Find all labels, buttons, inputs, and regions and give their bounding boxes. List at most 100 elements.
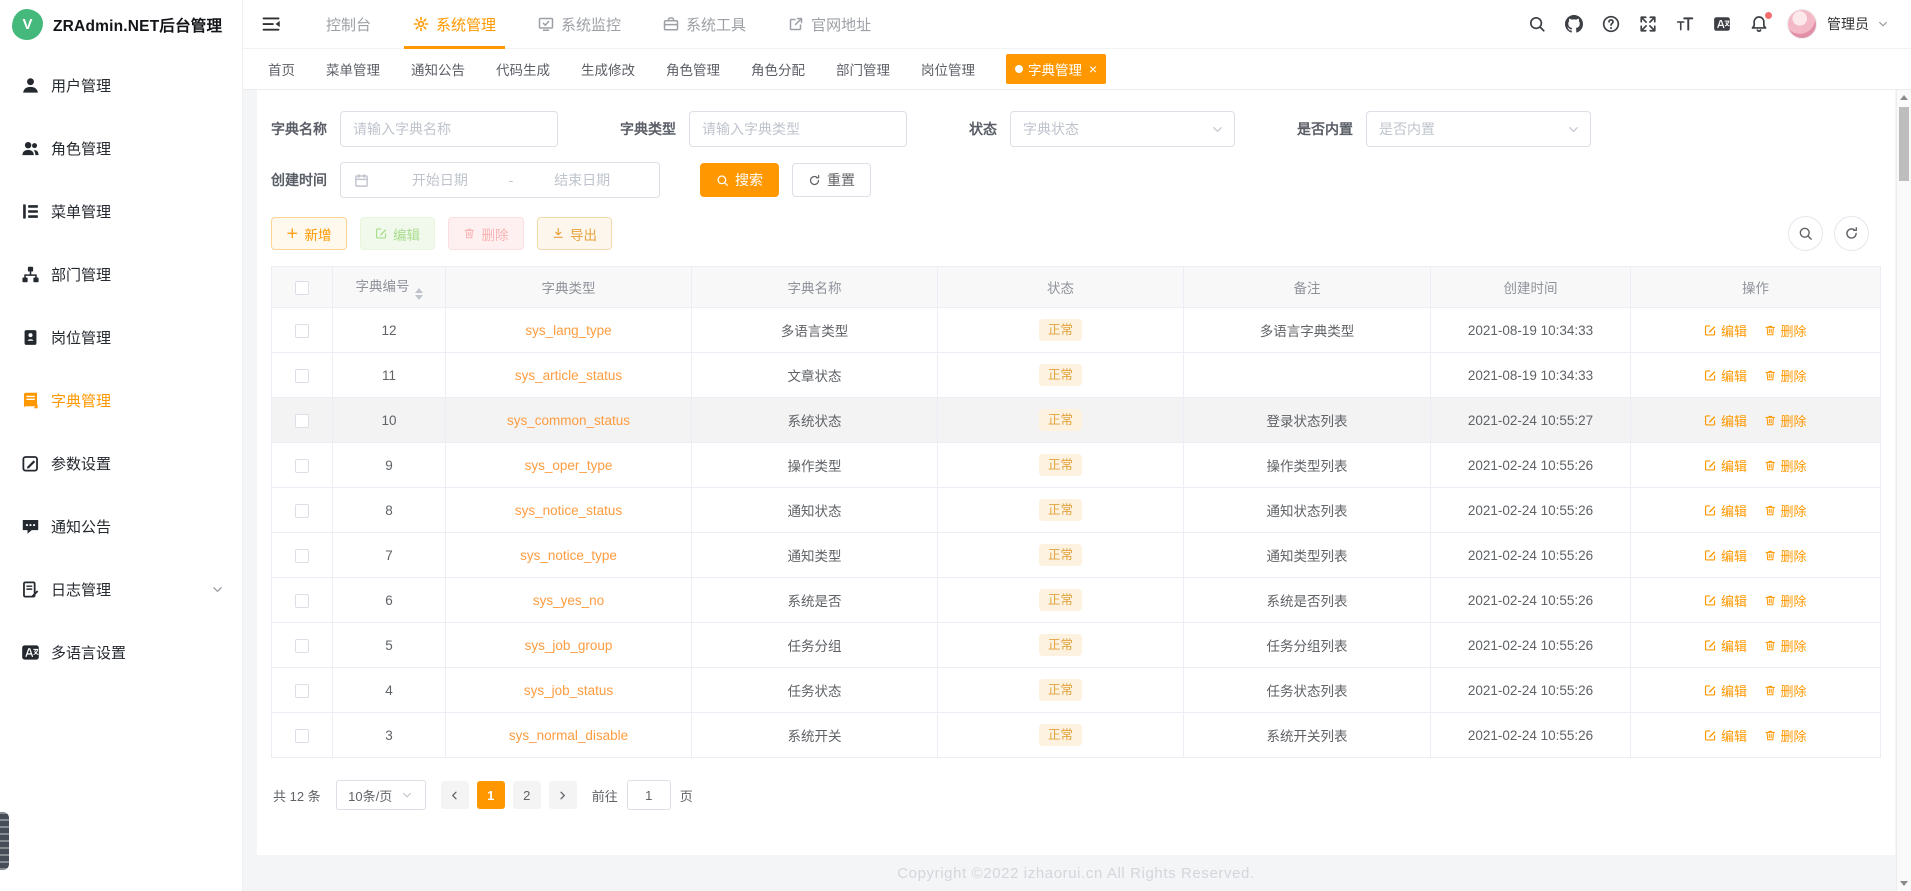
tab-active[interactable]: 字典管理 × bbox=[1006, 54, 1107, 84]
next-page-button[interactable] bbox=[548, 781, 577, 809]
add-button[interactable]: 新增 bbox=[271, 217, 347, 250]
row-checkbox[interactable] bbox=[295, 323, 309, 338]
row-edit-link[interactable]: 编辑 bbox=[1704, 366, 1747, 385]
vertical-scrollbar[interactable] bbox=[1896, 90, 1911, 891]
refresh-table-button[interactable] bbox=[1834, 216, 1869, 251]
sidebar-item-badge[interactable]: 岗位管理 bbox=[0, 306, 242, 369]
sidebar-item-param[interactable]: 参数设置 bbox=[0, 432, 242, 495]
bell-icon[interactable] bbox=[1750, 12, 1772, 33]
row-edit-link[interactable]: 编辑 bbox=[1704, 546, 1747, 565]
row-checkbox[interactable] bbox=[295, 413, 309, 428]
row-edit-link[interactable]: 编辑 bbox=[1704, 501, 1747, 520]
page-button[interactable]: 2 bbox=[512, 781, 541, 809]
tab-item[interactable]: 角色管理 bbox=[666, 59, 720, 79]
reset-button[interactable]: 重置 bbox=[792, 163, 871, 197]
help-icon[interactable] bbox=[1602, 15, 1620, 33]
row-delete-link[interactable]: 删除 bbox=[1764, 366, 1807, 385]
tab-item[interactable]: 通知公告 bbox=[411, 59, 465, 79]
row-delete-link[interactable]: 删除 bbox=[1764, 726, 1807, 745]
dict-type-link[interactable]: sys_lang_type bbox=[525, 323, 611, 338]
goto-page-input[interactable] bbox=[626, 780, 671, 810]
row-delete-link[interactable]: 删除 bbox=[1764, 546, 1807, 565]
row-delete-link[interactable]: 删除 bbox=[1764, 681, 1807, 700]
row-checkbox[interactable] bbox=[295, 593, 309, 608]
row-delete-link[interactable]: 删除 bbox=[1764, 321, 1807, 340]
row-edit-link[interactable]: 编辑 bbox=[1704, 591, 1747, 610]
dict-name-input[interactable] bbox=[340, 111, 558, 147]
dict-type-link[interactable]: sys_article_status bbox=[515, 368, 622, 383]
row-delete-link[interactable]: 删除 bbox=[1764, 591, 1807, 610]
date-range-picker[interactable]: 开始日期 - 结束日期 bbox=[340, 162, 660, 198]
edit-button[interactable]: 编辑 bbox=[359, 217, 435, 250]
dict-type-link[interactable]: sys_yes_no bbox=[533, 593, 604, 608]
nav-item[interactable]: 系统工具 bbox=[642, 0, 767, 48]
page-button[interactable]: 1 bbox=[476, 781, 505, 809]
dict-type-input[interactable] bbox=[689, 111, 907, 147]
row-edit-link[interactable]: 编辑 bbox=[1704, 636, 1747, 655]
sidebar-item-log[interactable]: 日志管理 bbox=[0, 558, 242, 621]
row-delete-link[interactable]: 删除 bbox=[1764, 636, 1807, 655]
font-size-icon[interactable] bbox=[1676, 15, 1694, 33]
nav-item[interactable]: 官网地址 bbox=[767, 0, 892, 48]
row-delete-link[interactable]: 删除 bbox=[1764, 411, 1807, 430]
sidebar-item-lang[interactable]: 多语言设置 bbox=[0, 621, 242, 684]
dict-type-link[interactable]: sys_notice_type bbox=[520, 548, 617, 563]
sidebar-drag-handle[interactable] bbox=[0, 812, 9, 870]
nav-item[interactable]: 系统管理 bbox=[392, 0, 517, 49]
sidebar-item-user[interactable]: 用户管理 bbox=[0, 54, 242, 117]
github-icon[interactable] bbox=[1565, 15, 1583, 33]
logo-row[interactable]: V ZRAdmin.NET后台管理 bbox=[0, 0, 242, 49]
scrollbar-up-arrow[interactable] bbox=[1897, 90, 1911, 105]
fullscreen-icon[interactable] bbox=[1639, 15, 1657, 33]
scrollbar-thumb[interactable] bbox=[1899, 107, 1909, 181]
tab-item[interactable]: 代码生成 bbox=[496, 59, 550, 79]
row-delete-link[interactable]: 删除 bbox=[1764, 501, 1807, 520]
sidebar-item-menu-tree[interactable]: 菜单管理 bbox=[0, 180, 242, 243]
sidebar-item-org[interactable]: 部门管理 bbox=[0, 243, 242, 306]
nav-item[interactable]: 控制台 bbox=[305, 0, 392, 48]
chevron-down-icon[interactable] bbox=[1877, 18, 1889, 30]
select-all-checkbox[interactable] bbox=[295, 280, 309, 295]
row-checkbox[interactable] bbox=[295, 548, 309, 563]
row-edit-link[interactable]: 编辑 bbox=[1704, 456, 1747, 475]
delete-button[interactable]: 删除 bbox=[448, 217, 524, 250]
row-delete-link[interactable]: 删除 bbox=[1764, 456, 1807, 475]
search-icon[interactable] bbox=[1528, 15, 1546, 33]
sidebar-item-dict[interactable]: 字典管理 bbox=[0, 369, 242, 432]
row-checkbox[interactable] bbox=[295, 638, 309, 653]
row-checkbox[interactable] bbox=[295, 458, 309, 473]
builtin-select[interactable]: 是否内置 bbox=[1366, 111, 1591, 147]
tab-item[interactable]: 生成修改 bbox=[581, 59, 635, 79]
tab-item[interactable]: 岗位管理 bbox=[921, 59, 975, 79]
page-size-select[interactable]: 10条/页 bbox=[335, 780, 426, 810]
scrollbar-down-arrow[interactable] bbox=[1897, 876, 1911, 891]
dict-type-link[interactable]: sys_common_status bbox=[507, 413, 630, 428]
row-edit-link[interactable]: 编辑 bbox=[1704, 411, 1747, 430]
row-edit-link[interactable]: 编辑 bbox=[1704, 726, 1747, 745]
row-edit-link[interactable]: 编辑 bbox=[1704, 681, 1747, 700]
row-checkbox[interactable] bbox=[295, 728, 309, 743]
nav-item[interactable]: 系统监控 bbox=[517, 0, 642, 48]
tab-item[interactable]: 角色分配 bbox=[751, 59, 805, 79]
tab-item[interactable]: 首页 bbox=[268, 59, 295, 79]
search-button[interactable]: 搜索 bbox=[700, 163, 779, 197]
status-select[interactable]: 字典状态 bbox=[1010, 111, 1235, 147]
sidebar-item-notice[interactable]: 通知公告 bbox=[0, 495, 242, 558]
tab-item[interactable]: 部门管理 bbox=[836, 59, 890, 79]
dict-type-link[interactable]: sys_oper_type bbox=[525, 458, 613, 473]
tab-item[interactable]: 菜单管理 bbox=[326, 59, 380, 79]
row-checkbox[interactable] bbox=[295, 683, 309, 698]
export-button[interactable]: 导出 bbox=[536, 217, 612, 250]
user-name[interactable]: 管理员 bbox=[1827, 14, 1869, 34]
dict-type-link[interactable]: sys_job_group bbox=[525, 638, 613, 653]
row-checkbox[interactable] bbox=[295, 503, 309, 518]
prev-page-button[interactable] bbox=[440, 781, 469, 809]
dict-type-link[interactable]: sys_job_status bbox=[524, 683, 613, 698]
close-icon[interactable]: × bbox=[1089, 62, 1097, 76]
translate-icon[interactable] bbox=[1713, 15, 1731, 33]
row-edit-link[interactable]: 编辑 bbox=[1704, 321, 1747, 340]
avatar[interactable] bbox=[1787, 9, 1817, 39]
toggle-search-button[interactable] bbox=[1788, 216, 1823, 251]
sort-caret-icon[interactable] bbox=[414, 287, 423, 300]
dict-type-link[interactable]: sys_notice_status bbox=[515, 503, 622, 518]
